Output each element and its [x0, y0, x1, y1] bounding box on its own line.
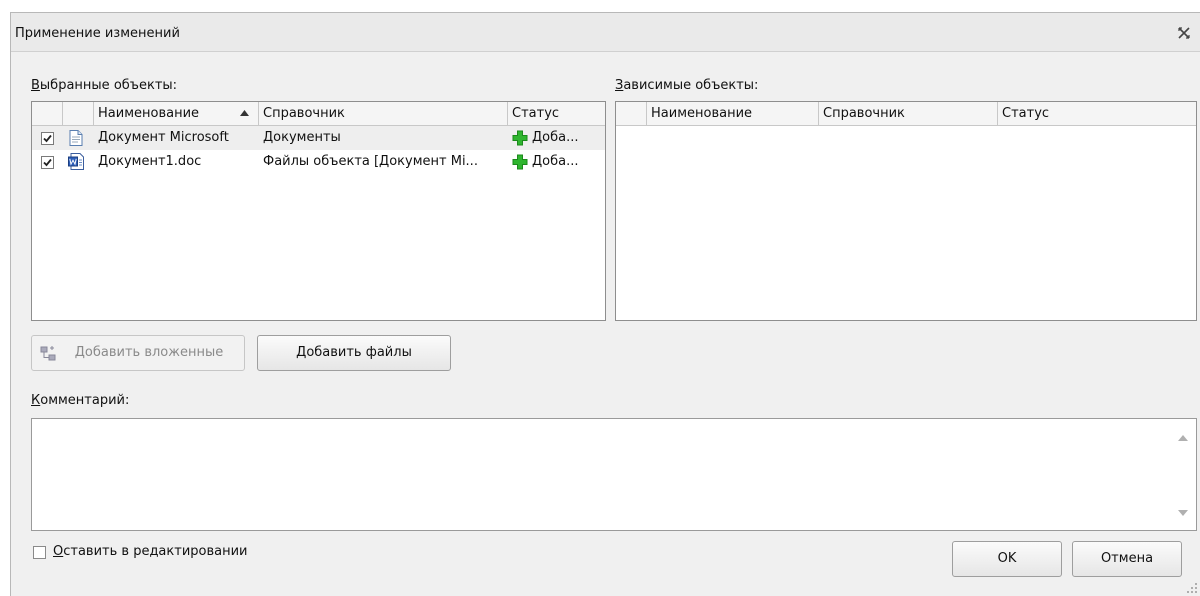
cell-status: Доба...	[532, 130, 579, 145]
column-header-name[interactable]: Наименование	[647, 102, 819, 125]
table-row[interactable]: Документ Microsoft Документы Доба...	[32, 126, 605, 150]
add-nested-button[interactable]: Добавить вложенные	[31, 335, 245, 371]
cell-status: Доба...	[532, 154, 579, 169]
apply-changes-dialog: Применение изменений Выбранные объекты: …	[10, 12, 1200, 596]
add-status-icon	[512, 154, 528, 170]
scroll-down-arrow-icon[interactable]	[1178, 510, 1188, 516]
comment-label: Комментарий:	[31, 393, 130, 408]
cell-directory: Документы	[263, 130, 341, 145]
keep-editing-checkbox[interactable]	[33, 546, 46, 559]
cell-directory: Файлы объекта [Документ Mi...	[263, 154, 478, 169]
selected-objects-grid[interactable]: Наименование Справочник Статус Документ …	[31, 101, 606, 321]
column-header-status[interactable]: Статус	[998, 102, 1196, 125]
cell-name: Документ Microsoft	[98, 130, 229, 145]
document-icon	[69, 130, 83, 146]
close-icon[interactable]	[1178, 27, 1190, 39]
ok-button[interactable]: OK	[952, 541, 1062, 577]
word-doc-icon	[68, 153, 84, 170]
grid-header: Наименование Справочник Статус	[32, 102, 605, 126]
title-bar: Применение изменений	[11, 13, 1200, 52]
grid-header: Наименование Справочник Статус	[616, 102, 1196, 126]
column-header-directory[interactable]: Справочник	[819, 102, 998, 125]
scroll-up-arrow-icon[interactable]	[1178, 435, 1188, 441]
add-status-icon	[512, 130, 528, 146]
row-checkbox[interactable]	[41, 132, 54, 145]
keep-editing-label[interactable]: Оставить в редактировании	[53, 544, 248, 559]
dialog-title: Применение изменений	[15, 26, 180, 41]
sort-ascending-icon	[240, 110, 249, 116]
cell-name: Документ1.doc	[98, 154, 202, 169]
column-header-status[interactable]: Статус	[508, 102, 605, 125]
cancel-button[interactable]: Отмена	[1072, 541, 1182, 577]
column-header-name[interactable]: Наименование	[94, 102, 259, 125]
row-checkbox[interactable]	[41, 156, 54, 169]
comment-textarea[interactable]	[31, 418, 1197, 531]
hierarchy-icon	[40, 346, 56, 361]
dependent-objects-label: Зависимые объекты:	[615, 78, 759, 93]
selected-objects-label: Выбранные объекты:	[31, 78, 178, 93]
table-row[interactable]: Документ1.doc Файлы объекта [Документ Mi…	[32, 150, 605, 174]
dependent-objects-grid[interactable]: Наименование Справочник Статус	[615, 101, 1197, 321]
resize-grip-icon[interactable]	[1186, 582, 1198, 594]
column-header-directory[interactable]: Справочник	[259, 102, 508, 125]
add-files-button[interactable]: Добавить файлы	[257, 335, 451, 371]
